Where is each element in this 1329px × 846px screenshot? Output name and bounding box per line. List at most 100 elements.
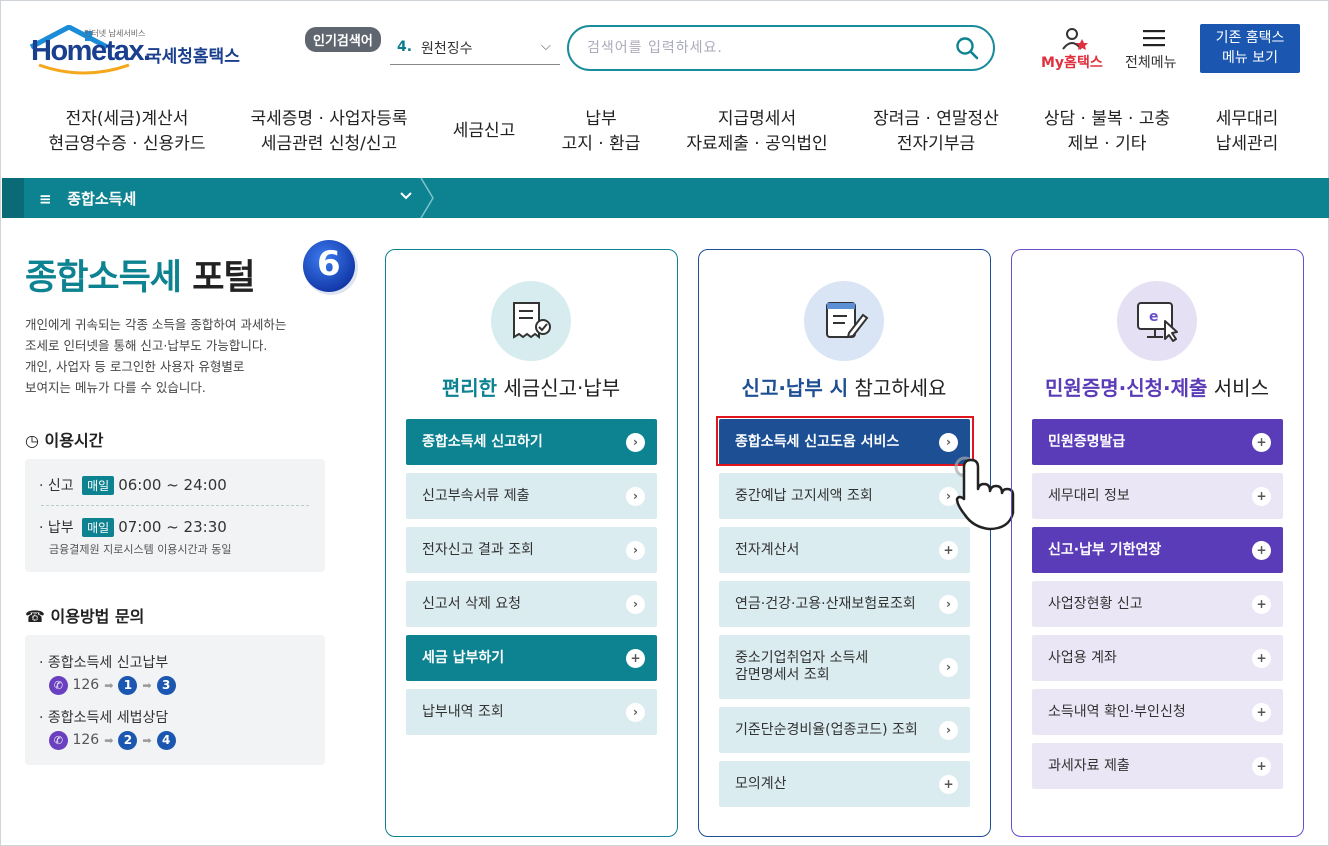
inquiry-heading: ☎ 이용방법 문의 bbox=[25, 603, 144, 627]
step-circle: 1 bbox=[118, 676, 138, 695]
arrow-right-icon: ➡ bbox=[142, 734, 152, 747]
search-input[interactable] bbox=[567, 25, 995, 71]
card-item-label: 사업용 계좌 bbox=[1048, 649, 1117, 666]
chevron-right-icon: › bbox=[939, 720, 958, 740]
hours-label: 납부 bbox=[47, 520, 74, 536]
hours-tag: 매일 bbox=[82, 518, 115, 537]
card-item-sme-tax-reduction[interactable]: 중소기업취업자 소득세 감면명세서 조회 › bbox=[719, 635, 970, 699]
card-item-certificate-issue[interactable]: 민원증명발급 + bbox=[1032, 419, 1283, 465]
card-item-e-filing-result[interactable]: 전자신고 결과 조회 › bbox=[406, 527, 657, 573]
popular-search-badge: 인기검색어 bbox=[305, 27, 381, 52]
gnb-line1: 세금신고 bbox=[452, 121, 516, 141]
gnb-item-statements[interactable]: 지급명세서 자료제출 · 공익법인 bbox=[686, 107, 827, 157]
desc-line: 개인, 사업자 등 로그인한 사용자 유형별로 bbox=[25, 359, 245, 374]
breadcrumb-label: 종합소득세 bbox=[67, 190, 137, 208]
plus-icon: + bbox=[1252, 702, 1271, 722]
gnb-line2: 납세관리 bbox=[1215, 134, 1279, 154]
hamburger-menu-icon[interactable] bbox=[1143, 29, 1165, 47]
plus-icon: + bbox=[939, 774, 958, 794]
step-circle: 3 bbox=[156, 676, 176, 695]
popular-term[interactable]: 원천징수 bbox=[421, 38, 473, 58]
card-item-label: 전자계산서 bbox=[735, 541, 800, 558]
chevron-right-icon: › bbox=[626, 594, 645, 614]
breadcrumb[interactable]: ≡ 종합소득세 bbox=[39, 188, 136, 209]
breadcrumb-arrow-icon bbox=[420, 178, 434, 218]
step-circle: 4 bbox=[156, 731, 176, 750]
old-hometax-line1: 기존 홈택스 bbox=[1215, 30, 1285, 46]
inquiry-title: 이용방법 문의 bbox=[50, 607, 145, 626]
hours-title: 이용시간 bbox=[44, 431, 104, 450]
card-item-income-tax-filing[interactable]: 종합소득세 신고하기 › bbox=[406, 419, 657, 465]
phone-number: 126 bbox=[72, 732, 100, 748]
svg-text:e: e bbox=[1149, 309, 1159, 325]
gnb-item-tax-agent[interactable]: 세무대리 납세관리 bbox=[1216, 107, 1279, 157]
gnb-line2: 제보 · 기타 bbox=[1067, 134, 1147, 154]
card-item-interim-prepayment[interactable]: 중간예납 고지세액 조회 › bbox=[719, 473, 970, 519]
plus-icon: + bbox=[1252, 756, 1271, 776]
inquiry-label-1: · 종합소득세 신고납부 bbox=[39, 655, 169, 671]
chevron-right-icon: › bbox=[626, 540, 645, 560]
card-title-rest: 서비스 bbox=[1213, 376, 1269, 400]
card-item-label: 모의계산 bbox=[735, 775, 787, 792]
card-item-attachments[interactable]: 신고부속서류 제출 › bbox=[406, 473, 657, 519]
gnb-item-certificates[interactable]: 국세증명 · 사업자등록 세금관련 신청/신고 bbox=[251, 107, 408, 157]
card-item-label: 신고서 삭제 요청 bbox=[422, 595, 522, 612]
card-item-insurance-inquiry[interactable]: 연금·건강·고용·산재보험료조회 › bbox=[719, 581, 970, 627]
card-item-business-status[interactable]: 사업장현황 신고 + bbox=[1032, 581, 1283, 627]
hours-row-filing: · 신고 매일 06:00 ~ 24:00 bbox=[39, 476, 227, 495]
card-item-business-account[interactable]: 사업용 계좌 + bbox=[1032, 635, 1283, 681]
card-item-tax-agent-info[interactable]: 세무대리 정보 + bbox=[1032, 473, 1283, 519]
inquiry-label: 종합소득세 신고납부 bbox=[47, 655, 169, 671]
card-item-tax-data-submission[interactable]: 과세자료 제출 + bbox=[1032, 743, 1283, 789]
my-hometax-link[interactable]: My홈택스 bbox=[1041, 52, 1103, 72]
telephone-icon: ☎ bbox=[25, 607, 45, 626]
plus-icon: + bbox=[939, 540, 958, 560]
gnb-item-incentives[interactable]: 장려금 · 연말정산 전자기부금 bbox=[873, 107, 999, 157]
old-hometax-button[interactable]: 기존 홈택스 메뉴 보기 bbox=[1200, 24, 1300, 73]
card-item-payment-history[interactable]: 납부내역 조회 › bbox=[406, 689, 657, 735]
card-item-expense-rate[interactable]: 기준단순경비율(업종코드) 조회 › bbox=[719, 707, 970, 753]
search-icon[interactable] bbox=[955, 36, 979, 60]
card-item-e-invoice[interactable]: 전자계산서 + bbox=[719, 527, 970, 573]
card-item-label: 소득내역 확인·부인신청 bbox=[1048, 703, 1186, 720]
phone-icon: ✆ bbox=[49, 731, 68, 750]
gnb-item-tax-filing[interactable]: 세금신고 bbox=[453, 119, 516, 144]
chevron-right-icon: › bbox=[626, 702, 645, 722]
arrow-right-icon: ➡ bbox=[104, 734, 114, 747]
gnb-item-einvoice[interactable]: 전자(세금)계산서 현금영수증 · 신용카드 bbox=[49, 107, 206, 157]
card-title: 신고·납부 시 참고하세요 bbox=[742, 372, 947, 401]
popular-rank: 4. bbox=[397, 39, 413, 55]
chevron-down-icon[interactable] bbox=[399, 189, 413, 203]
card-title-accent: 편리한 bbox=[441, 376, 498, 400]
card-item-pay-tax[interactable]: 세금 납부하기 + bbox=[406, 635, 657, 681]
card-title-accent: 신고·납부 시 bbox=[741, 376, 849, 400]
breadcrumb-bar-edge bbox=[2, 178, 24, 218]
gnb-item-payment[interactable]: 납부 고지 · 환급 bbox=[562, 107, 641, 157]
plus-icon: + bbox=[1252, 486, 1271, 506]
card-item-label: 기준단순경비율(업종코드) 조회 bbox=[735, 721, 918, 738]
user-icon[interactable] bbox=[1061, 27, 1089, 53]
clock-icon: ◷ bbox=[25, 431, 39, 450]
card-item-delete-request[interactable]: 신고서 삭제 요청 › bbox=[406, 581, 657, 627]
inquiry-label-2: · 종합소득세 세법상담 bbox=[39, 710, 169, 726]
inquiry-route-1: ✆ 126 ➡ 1 ➡ 3 bbox=[49, 676, 176, 695]
logo-korean[interactable]: 국세청홈택스 bbox=[146, 42, 240, 67]
arrow-right-icon: ➡ bbox=[142, 679, 152, 692]
card-title-rest: 참고하세요 bbox=[854, 376, 947, 400]
old-hometax-line2: 메뉴 보기 bbox=[1222, 50, 1278, 66]
divider bbox=[41, 505, 309, 506]
card-title-accent: 민원증명·신청·제출 bbox=[1045, 376, 1208, 400]
all-menu-link[interactable]: 전체메뉴 bbox=[1125, 52, 1177, 72]
card-item-label: 중간예납 고지세액 조회 bbox=[735, 487, 873, 504]
chevron-down-icon[interactable]: ⌵ bbox=[541, 39, 551, 54]
gnb-line1: 납부 bbox=[585, 109, 617, 129]
plus-icon: + bbox=[626, 648, 645, 668]
hours-time: 06:00 ~ 24:00 bbox=[118, 476, 227, 494]
plus-icon: + bbox=[1252, 432, 1271, 452]
gnb-line1: 전자(세금)계산서 bbox=[65, 109, 189, 129]
gnb-item-consulting[interactable]: 상담 · 불복 · 고충 제보 · 기타 bbox=[1044, 107, 1170, 157]
card-item-mock-calculation[interactable]: 모의계산 + bbox=[719, 761, 970, 807]
card-item-income-confirmation[interactable]: 소득내역 확인·부인신청 + bbox=[1032, 689, 1283, 735]
logo-text[interactable]: Hometax. bbox=[31, 35, 151, 68]
card-item-deadline-extension[interactable]: 신고·납부 기한연장 + bbox=[1032, 527, 1283, 573]
